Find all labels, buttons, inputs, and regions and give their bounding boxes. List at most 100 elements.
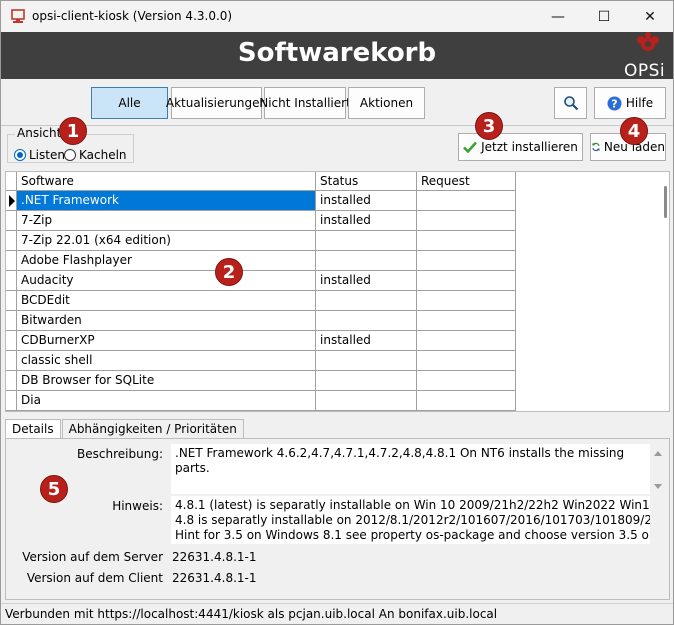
maximize-button[interactable]: ☐: [581, 1, 627, 32]
server-version-label: Version auf dem Server: [22, 550, 163, 564]
close-icon: ✕: [644, 8, 656, 25]
view-list-radio[interactable]: Listen: [14, 148, 65, 162]
row-header[interactable]: [6, 271, 17, 291]
cell-status[interactable]: installed: [316, 331, 417, 351]
cell-request[interactable]: [417, 371, 516, 391]
filter-all-button[interactable]: Alle: [91, 87, 168, 119]
cell-request[interactable]: [417, 191, 516, 211]
current-row-arrow-icon: [9, 195, 15, 207]
cell-software[interactable]: 7-Zip: [17, 211, 316, 231]
table-header: Software Status Request: [6, 172, 516, 191]
filter-actions-button[interactable]: Aktionen: [348, 87, 425, 119]
status-bar: Verbunden mit https://localhost:4441/kio…: [1, 603, 673, 624]
header-banner: Softwarekorb OPSi: [1, 32, 673, 81]
cell-request[interactable]: [417, 351, 516, 371]
table-row[interactable]: Bitwarden: [6, 311, 516, 331]
cell-status[interactable]: [316, 311, 417, 331]
cell-software[interactable]: 7-Zip 22.01 (x64 edition): [17, 231, 316, 251]
search-icon: [563, 96, 578, 111]
cell-request[interactable]: [417, 291, 516, 311]
cell-status[interactable]: installed: [316, 271, 417, 291]
cell-status[interactable]: [316, 351, 417, 371]
row-header[interactable]: [6, 331, 17, 351]
column-header-status[interactable]: Status: [316, 172, 417, 191]
tab-details[interactable]: Details: [5, 419, 61, 439]
cell-software[interactable]: .NET Framework: [17, 191, 316, 211]
cell-request[interactable]: [417, 391, 516, 411]
cell-software[interactable]: Dia: [17, 391, 316, 411]
page-title: Softwarekorb: [237, 38, 437, 68]
vertical-scrollbar[interactable]: [664, 186, 667, 218]
table-row[interactable]: 7-Zip installed: [6, 211, 516, 231]
view-tiles-radio[interactable]: Kacheln: [64, 148, 127, 162]
annotation-badge-4: 4: [620, 117, 648, 145]
row-header-corner: [6, 172, 17, 191]
row-header[interactable]: [6, 211, 17, 231]
close-button[interactable]: ✕: [627, 1, 673, 32]
description-scroll-icon[interactable]: [653, 449, 663, 491]
row-header[interactable]: [6, 371, 17, 391]
minimize-button[interactable]: —: [535, 1, 581, 32]
table-row[interactable]: classic shell: [6, 351, 516, 371]
detail-tabs: Details Abhängigkeiten / Prioritäten: [5, 419, 245, 439]
table-row[interactable]: CDBurnerXP installed: [6, 331, 516, 351]
search-button[interactable]: [554, 87, 587, 119]
details-panel: Beschreibung: .NET Framework 4.6.2,4.7,4…: [5, 438, 670, 600]
table-row[interactable]: BCDEdit: [6, 291, 516, 311]
table-row[interactable]: Audacity installed: [6, 271, 516, 291]
table-row[interactable]: Dia: [6, 391, 516, 411]
cell-software[interactable]: classic shell: [17, 351, 316, 371]
table-row[interactable]: DB Browser for SQLite: [6, 371, 516, 391]
row-header[interactable]: [6, 311, 17, 331]
row-header[interactable]: [6, 291, 17, 311]
cell-status[interactable]: installed: [316, 211, 417, 231]
radio-checked-icon: [14, 149, 26, 161]
cell-request[interactable]: [417, 251, 516, 271]
cell-software[interactable]: Adobe Flashplayer: [17, 251, 316, 271]
hint-line: 4.8.1 (latest) is separatly installable …: [175, 498, 650, 512]
cell-request[interactable]: [417, 331, 516, 351]
window-title: opsi-client-kiosk (Version 4.3.0.0): [32, 9, 233, 23]
client-version-label: Version auf dem Client: [26, 571, 163, 585]
help-label: Hilfe: [625, 96, 654, 110]
table-row[interactable]: Adobe Flashplayer: [6, 251, 516, 271]
column-header-request[interactable]: Request: [417, 172, 516, 191]
cell-software[interactable]: CDBurnerXP: [17, 331, 316, 351]
hint-line: 4.8 is separatly installable on 2012/8.1…: [175, 513, 650, 527]
row-header[interactable]: [6, 391, 17, 411]
column-header-software[interactable]: Software: [17, 172, 316, 191]
cell-request[interactable]: [417, 311, 516, 331]
cell-software[interactable]: Audacity: [17, 271, 316, 291]
table-row[interactable]: 7-Zip 22.01 (x64 edition): [6, 231, 516, 251]
cell-software[interactable]: Bitwarden: [17, 311, 316, 331]
cell-status[interactable]: [316, 251, 417, 271]
cell-status[interactable]: [316, 371, 417, 391]
row-header[interactable]: [6, 251, 17, 271]
install-now-button[interactable]: Jetzt installieren: [458, 133, 583, 161]
checkmark-icon: [463, 141, 478, 154]
row-header[interactable]: [6, 231, 17, 251]
cell-software[interactable]: BCDEdit: [17, 291, 316, 311]
server-version-value: 22631.4.8.1-1: [172, 550, 257, 564]
row-header[interactable]: [6, 191, 17, 211]
title-bar[interactable]: opsi-client-kiosk (Version 4.3.0.0) — ☐ …: [1, 1, 673, 32]
table-row[interactable]: .NET Framework installed: [6, 191, 516, 211]
cell-request[interactable]: [417, 271, 516, 291]
cell-status[interactable]: installed: [316, 191, 417, 211]
hint-field[interactable]: 4.8.1 (latest) is separatly installable …: [171, 496, 650, 544]
description-field[interactable]: .NET Framework 4.6.2,4.7,4.7.1,4.7.2,4.8…: [171, 444, 650, 494]
cell-request[interactable]: [417, 231, 516, 251]
row-header[interactable]: [6, 351, 17, 371]
kiosk-window: opsi-client-kiosk (Version 4.3.0.0) — ☐ …: [0, 0, 674, 625]
cell-status[interactable]: [316, 291, 417, 311]
cell-status[interactable]: [316, 391, 417, 411]
filter-updates-button[interactable]: Aktualisierungen: [166, 87, 267, 119]
view-list-label: Listen: [29, 148, 65, 162]
tab-dependencies[interactable]: Abhängigkeiten / Prioritäten: [61, 419, 244, 439]
cell-status[interactable]: [316, 231, 417, 251]
filter-not-installed-button[interactable]: Nicht Installiert: [259, 87, 351, 119]
client-version-value: 22631.4.8.1-1: [172, 571, 257, 585]
help-button[interactable]: ? Hilfe: [594, 87, 666, 119]
cell-request[interactable]: [417, 211, 516, 231]
cell-software[interactable]: DB Browser for SQLite: [17, 371, 316, 391]
